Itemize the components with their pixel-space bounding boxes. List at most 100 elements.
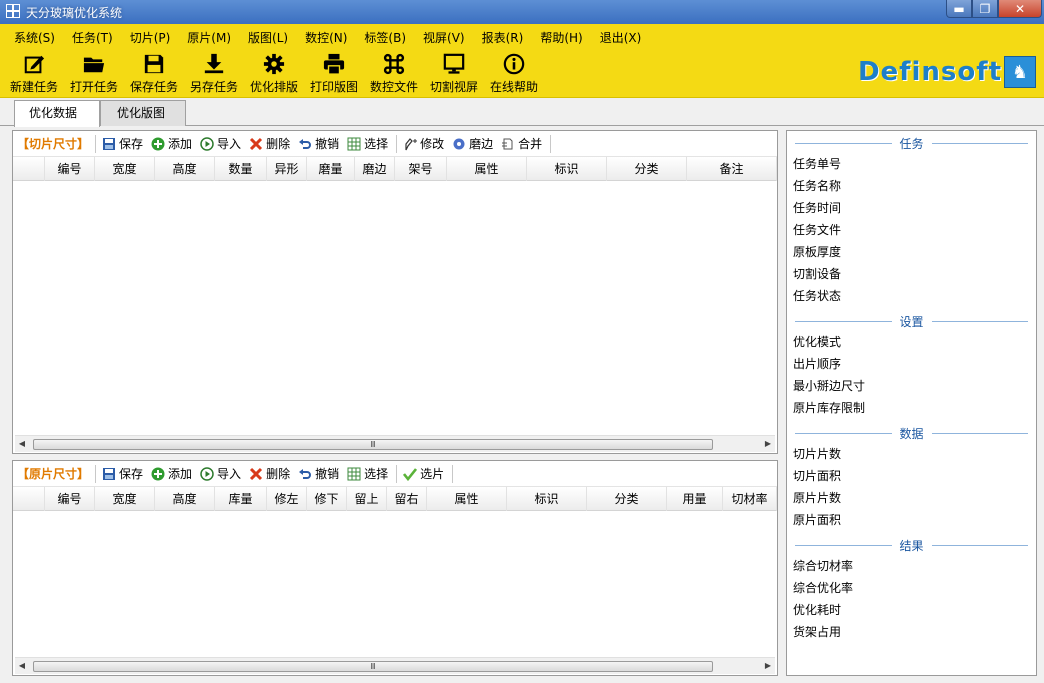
info-item: 任务单号 (793, 157, 842, 171)
column-header[interactable]: 高度 (155, 487, 215, 511)
info-item: 出片顺序 (793, 357, 842, 371)
scroll-thumb[interactable]: Ⅲ (33, 661, 713, 672)
maximize-button[interactable]: ❐ (972, 0, 998, 18)
sheet-pick-button[interactable]: 选片 (403, 465, 444, 482)
menu-layout[interactable]: 版图(L) (242, 30, 294, 46)
minimize-button[interactable]: ▬ (946, 0, 972, 18)
scroll-thumb[interactable]: Ⅲ (33, 439, 713, 450)
info-item: 切割设备 (793, 267, 842, 281)
cut-view-button[interactable]: 切割视屏 (424, 51, 484, 95)
column-header[interactable]: 宽度 (95, 157, 155, 181)
column-header[interactable]: 架号 (395, 157, 447, 181)
open-task-button[interactable]: 打开任务 (64, 51, 124, 95)
menu-help[interactable]: 帮助(H) (534, 30, 588, 46)
cut-size-title: 【切片尺寸】 (17, 137, 90, 151)
column-header[interactable]: 修左 (267, 487, 307, 511)
info-item: 综合优化率 (793, 581, 854, 595)
cut-horizontal-scrollbar[interactable]: ◀ Ⅲ ▶ (15, 435, 775, 452)
column-header[interactable]: 数量 (215, 157, 267, 181)
column-header[interactable]: 属性 (427, 487, 507, 511)
cut-undo-button[interactable]: 撤销 (298, 135, 339, 152)
scroll-left-arrow-icon[interactable]: ◀ (15, 436, 29, 452)
menu-cut[interactable]: 切片(P) (124, 30, 177, 46)
sheet-delete-button[interactable]: 删除 (249, 465, 290, 482)
column-header[interactable]: 编号 (45, 157, 95, 181)
cut-save-button[interactable]: 保存 (102, 135, 143, 152)
cut-size-toolbar: 【切片尺寸】 保存 添加 导入 删除 撤销 选择 修改 磨边 合并 (13, 131, 777, 157)
save-as-task-button[interactable]: 另存任务 (184, 51, 244, 95)
new-task-button[interactable]: 新建任务 (4, 51, 64, 95)
cut-import-button[interactable]: 导入 (200, 135, 241, 152)
undo-icon (298, 467, 312, 481)
tab-strip: 优化数据 优化版图 (0, 98, 1044, 127)
info-item: 优化模式 (793, 335, 842, 349)
column-header[interactable]: 宽度 (95, 487, 155, 511)
play-icon (200, 466, 214, 481)
cut-size-panel: 【切片尺寸】 保存 添加 导入 删除 撤销 选择 修改 磨边 合并 编号 宽度 … (12, 130, 778, 454)
optimize-layout-button[interactable]: 优化排版 (244, 51, 304, 95)
column-header[interactable]: 分类 (607, 157, 687, 181)
menu-nc[interactable]: 数控(N) (299, 30, 353, 46)
sheet-add-button[interactable]: 添加 (151, 465, 192, 482)
cut-modify-button[interactable]: 修改 (403, 135, 444, 152)
column-header[interactable]: 切材率 (723, 487, 777, 511)
tab-optimize-layout[interactable]: 优化版图 (100, 100, 186, 126)
close-button[interactable]: ✕ (998, 0, 1042, 18)
title-bar: 天分玻璃优化系统 ▬ ❐ ✕ (0, 0, 1044, 24)
cut-select-button[interactable]: 选择 (347, 135, 388, 152)
print-layout-button[interactable]: 打印版图 (304, 51, 364, 95)
scroll-right-arrow-icon[interactable]: ▶ (761, 658, 775, 674)
play-icon (200, 136, 214, 151)
nc-file-button[interactable]: 数控文件 (364, 51, 424, 95)
add-icon (151, 467, 165, 481)
info-item: 切片面积 (793, 469, 842, 483)
column-header[interactable]: 库量 (215, 487, 267, 511)
menu-system[interactable]: 系统(S) (8, 30, 61, 46)
menu-exit[interactable]: 退出(X) (594, 30, 648, 46)
column-header[interactable]: 备注 (687, 157, 777, 181)
column-header[interactable]: 属性 (447, 157, 527, 181)
column-header[interactable]: 标识 (527, 157, 607, 181)
sheet-size-title: 【原片尺寸】 (17, 467, 90, 481)
menu-sheet[interactable]: 原片(M) (181, 30, 237, 46)
menu-label[interactable]: 标签(B) (358, 30, 412, 46)
info-item: 原片片数 (793, 491, 842, 505)
column-header[interactable]: 分类 (587, 487, 667, 511)
sheet-undo-button[interactable]: 撤销 (298, 465, 339, 482)
row-selector-header (13, 157, 45, 181)
gear-icon (263, 53, 285, 75)
download-icon (204, 53, 224, 74)
column-header[interactable]: 留右 (387, 487, 427, 511)
info-item: 任务状态 (793, 289, 842, 303)
save-task-button[interactable]: 保存任务 (124, 51, 184, 95)
column-header[interactable]: 高度 (155, 157, 215, 181)
cut-delete-button[interactable]: 删除 (249, 135, 290, 152)
column-header[interactable]: 留上 (347, 487, 387, 511)
column-header[interactable]: 磨边 (355, 157, 395, 181)
menu-view[interactable]: 视屏(V) (417, 30, 471, 46)
command-icon (383, 53, 405, 75)
scroll-left-arrow-icon[interactable]: ◀ (15, 658, 29, 674)
cut-size-table-header: 编号 宽度 高度 数量 异形 磨量 磨边 架号 属性 标识 分类 备注 (13, 157, 777, 181)
column-header[interactable]: 磨量 (307, 157, 355, 181)
window-title: 天分玻璃优化系统 (26, 6, 123, 20)
column-header[interactable]: 修下 (307, 487, 347, 511)
column-header[interactable]: 异形 (267, 157, 307, 181)
column-header[interactable]: 编号 (45, 487, 95, 511)
cut-edging-button[interactable]: 磨边 (452, 135, 493, 152)
sheet-select-button[interactable]: 选择 (347, 465, 388, 482)
menu-report[interactable]: 报表(R) (476, 30, 530, 46)
sheet-horizontal-scrollbar[interactable]: ◀ Ⅲ ▶ (15, 657, 775, 674)
sheet-import-button[interactable]: 导入 (200, 465, 241, 482)
monitor-icon (443, 53, 465, 74)
scroll-right-arrow-icon[interactable]: ▶ (761, 436, 775, 452)
tab-optimize-data[interactable]: 优化数据 (14, 100, 100, 127)
save-icon (102, 467, 116, 481)
sheet-save-button[interactable]: 保存 (102, 465, 143, 482)
column-header[interactable]: 用量 (667, 487, 723, 511)
column-header[interactable]: 标识 (507, 487, 587, 511)
menu-task[interactable]: 任务(T) (66, 30, 119, 46)
online-help-button[interactable]: 在线帮助 (484, 51, 544, 95)
cut-add-button[interactable]: 添加 (151, 135, 192, 152)
cut-merge-button[interactable]: 合并 (501, 135, 542, 152)
